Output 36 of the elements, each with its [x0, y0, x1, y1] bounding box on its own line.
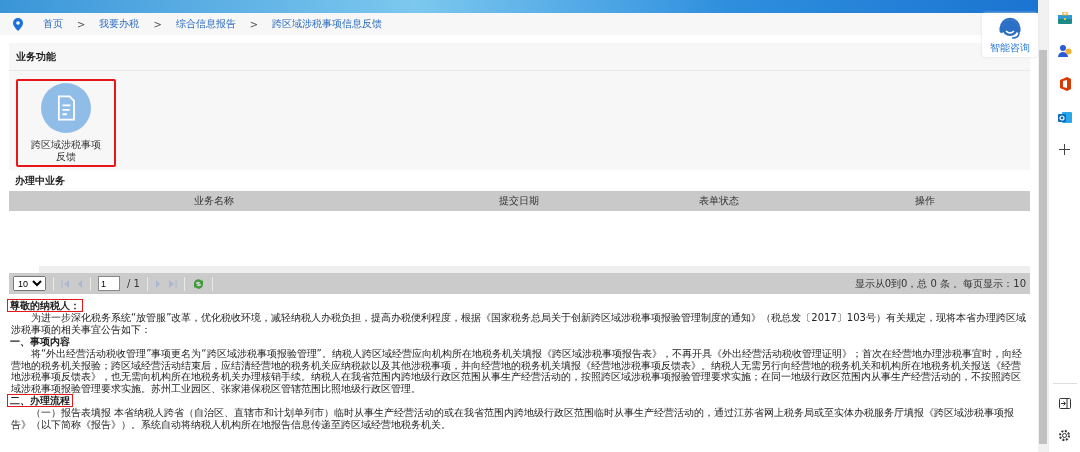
notice-heading: 一、事项内容 [9, 335, 71, 348]
column-header: 表单状态 [698, 194, 740, 208]
breadcrumb-separator: > [153, 18, 162, 30]
location-pin-icon [13, 17, 23, 31]
headset-agent-icon [997, 15, 1023, 41]
notice-heading: 二、办理流程 [7, 394, 73, 407]
column-header: 提交日期 [498, 194, 540, 208]
column-header: 操作 [913, 194, 936, 208]
notice-paragraph: 将“外出经营活动税收管理”事项更名为“跨区域涉税事项报验管理”。纳税人跨区域经营应向机构所在地税务机关填报《跨区域涉税事项报告表》，不再开具《外出经营活动税收管理证明》；首次在经营地办理涉税事宜时，向经营地的税务机关报验；跨区域经营活动结束后，应结清经营地的税务机关应纳税款以及其他涉税事项，并向经营地的税务机关填报《经营地涉税事项反馈表》。纳税人无需另行向经营地的税务机关和机构所在地税务机关报送《经营地涉税事项反馈表》，也无需向机构所在地税务机关办理核销手续。纳税人在我省范围内跨地级行政区范围从事生产经营活动的，按照跨区域涉税事项报验管理要求实施；在同一地级行政区范围内从事生产经营活动的，不按照跨区域涉税事项报验管理要求实施。苏州工业园区、张家港保税区管辖范围比照地级行政区管理。 [11, 348, 1023, 394]
document-icon [38, 83, 94, 133]
page-total: / 1 [127, 278, 140, 289]
column-header: 业务名称 [193, 194, 235, 208]
briefcase-icon[interactable] [1057, 12, 1072, 24]
mail-icon[interactable] [1057, 111, 1072, 124]
pager-summary: 显示从0到0，总 0 条 。每页显示：10 [854, 276, 1026, 291]
add-icon[interactable] [1059, 144, 1070, 155]
breadcrumb-link[interactable]: 我要办税 [99, 17, 140, 31]
notice-paragraph: 为进一步深化税务系统“放管服”改革，优化税收环境，减轻纳税人办税负担，提高办税便利程度，根据《国家税务总局关于创新跨区域涉税事项报验管理制度的通知》（税总发〔2017〕103号）有关规定，现将本省办理跨区域涉税事项的相关事宜公告如下： [11, 312, 1027, 335]
breadcrumb-separator: > [249, 18, 259, 30]
people-icon[interactable] [1057, 44, 1072, 57]
notice-paragraph: （一）报告表填报 本省纳税人跨省（自治区、直辖市和计划单列市）临时从事生产经营活动的或在我省范围内跨地级行政区范围临时从事生产经营活动的，通过江苏省网上税务局或至实体办税服务厅填报《跨区域涉税事项报告》（以下简称《报告》）。系统自动将纳税人机构所在地报告信息传递至跨区域经营地税务机关。 [11, 407, 1016, 430]
breadcrumb-link[interactable]: 综合信息报告 [175, 17, 236, 31]
vertical-scrollbar[interactable] [1038, 0, 1048, 452]
page-input[interactable]: 1 [98, 276, 120, 291]
breadcrumb-separator: > [77, 18, 86, 30]
breadcrumb-link[interactable]: 首页 [43, 17, 63, 31]
notice-heading: 尊敬的纳税人： [7, 299, 83, 312]
sidebar-toggle-icon[interactable] [1058, 398, 1071, 409]
refresh-icon[interactable] [191, 277, 205, 290]
function-tile[interactable]: 跨区域涉税事项反馈 [16, 79, 116, 167]
breadcrumb-link[interactable]: 跨区域涉税事项信息反馈 [272, 17, 383, 31]
page-size-select[interactable]: 10 [13, 276, 46, 291]
horizontal-scrollbar[interactable] [39, 266, 1030, 273]
settings-icon[interactable] [1058, 429, 1071, 442]
section-title: 办理中业务 [14, 174, 66, 188]
assistant-button[interactable]: 智能咨询 [982, 13, 1038, 57]
